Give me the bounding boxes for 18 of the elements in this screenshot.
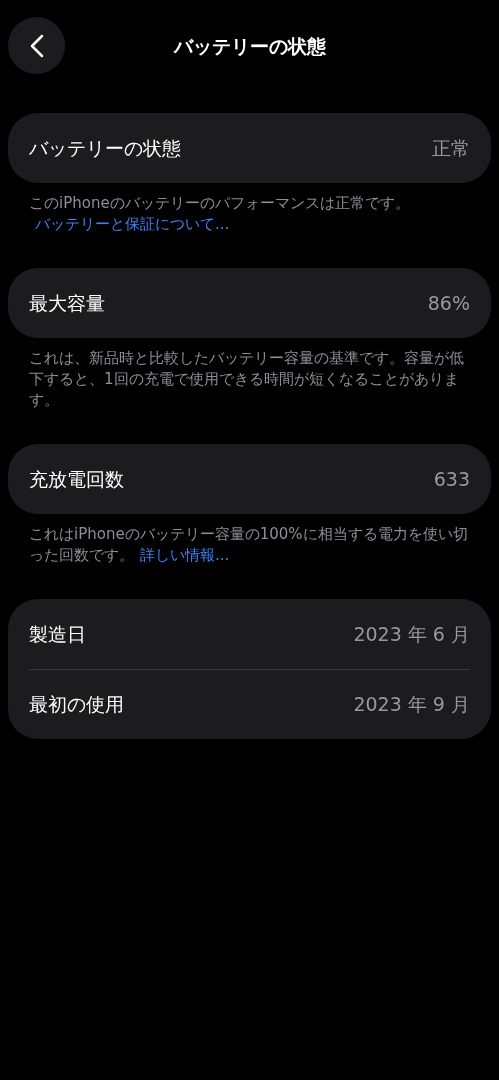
back-button[interactable] (8, 17, 65, 74)
row-label: 製造日 (29, 621, 86, 647)
row-value: 633 (433, 466, 470, 492)
row-label: バッテリーの状態 (29, 135, 181, 161)
footnote-text: これは、新品時と比較したバッテリー容量の基準です。容量が低下すると、1回の充電で使用できる時間が短くなることがあります。 (28, 348, 465, 411)
row-label: 最初の使用 (29, 692, 124, 718)
row-label: 最大容量 (29, 290, 105, 316)
footnote-text: このiPhoneのバッテリーのパフォーマンスは正常です。 バッテリーと保証について... (28, 193, 411, 235)
row-value: 2023 年 6 月 (353, 621, 470, 647)
row-value: 正常 (432, 135, 470, 161)
page-title: バッテリーの状態 (173, 33, 326, 59)
row-label: 充放電回数 (29, 466, 124, 492)
back-chevron-icon (29, 33, 44, 58)
footnote-text: これはiPhoneのバッテリー容量の100%に相当する電力を使い切った回数です。 詳しい情報... (28, 524, 469, 566)
row-value: 86% (427, 290, 470, 316)
info-link[interactable]: バッテリーと保証について... (35, 215, 230, 233)
row-value: 2023 年 9 月 (353, 692, 470, 718)
info-link[interactable]: 詳しい情報... (140, 546, 230, 564)
